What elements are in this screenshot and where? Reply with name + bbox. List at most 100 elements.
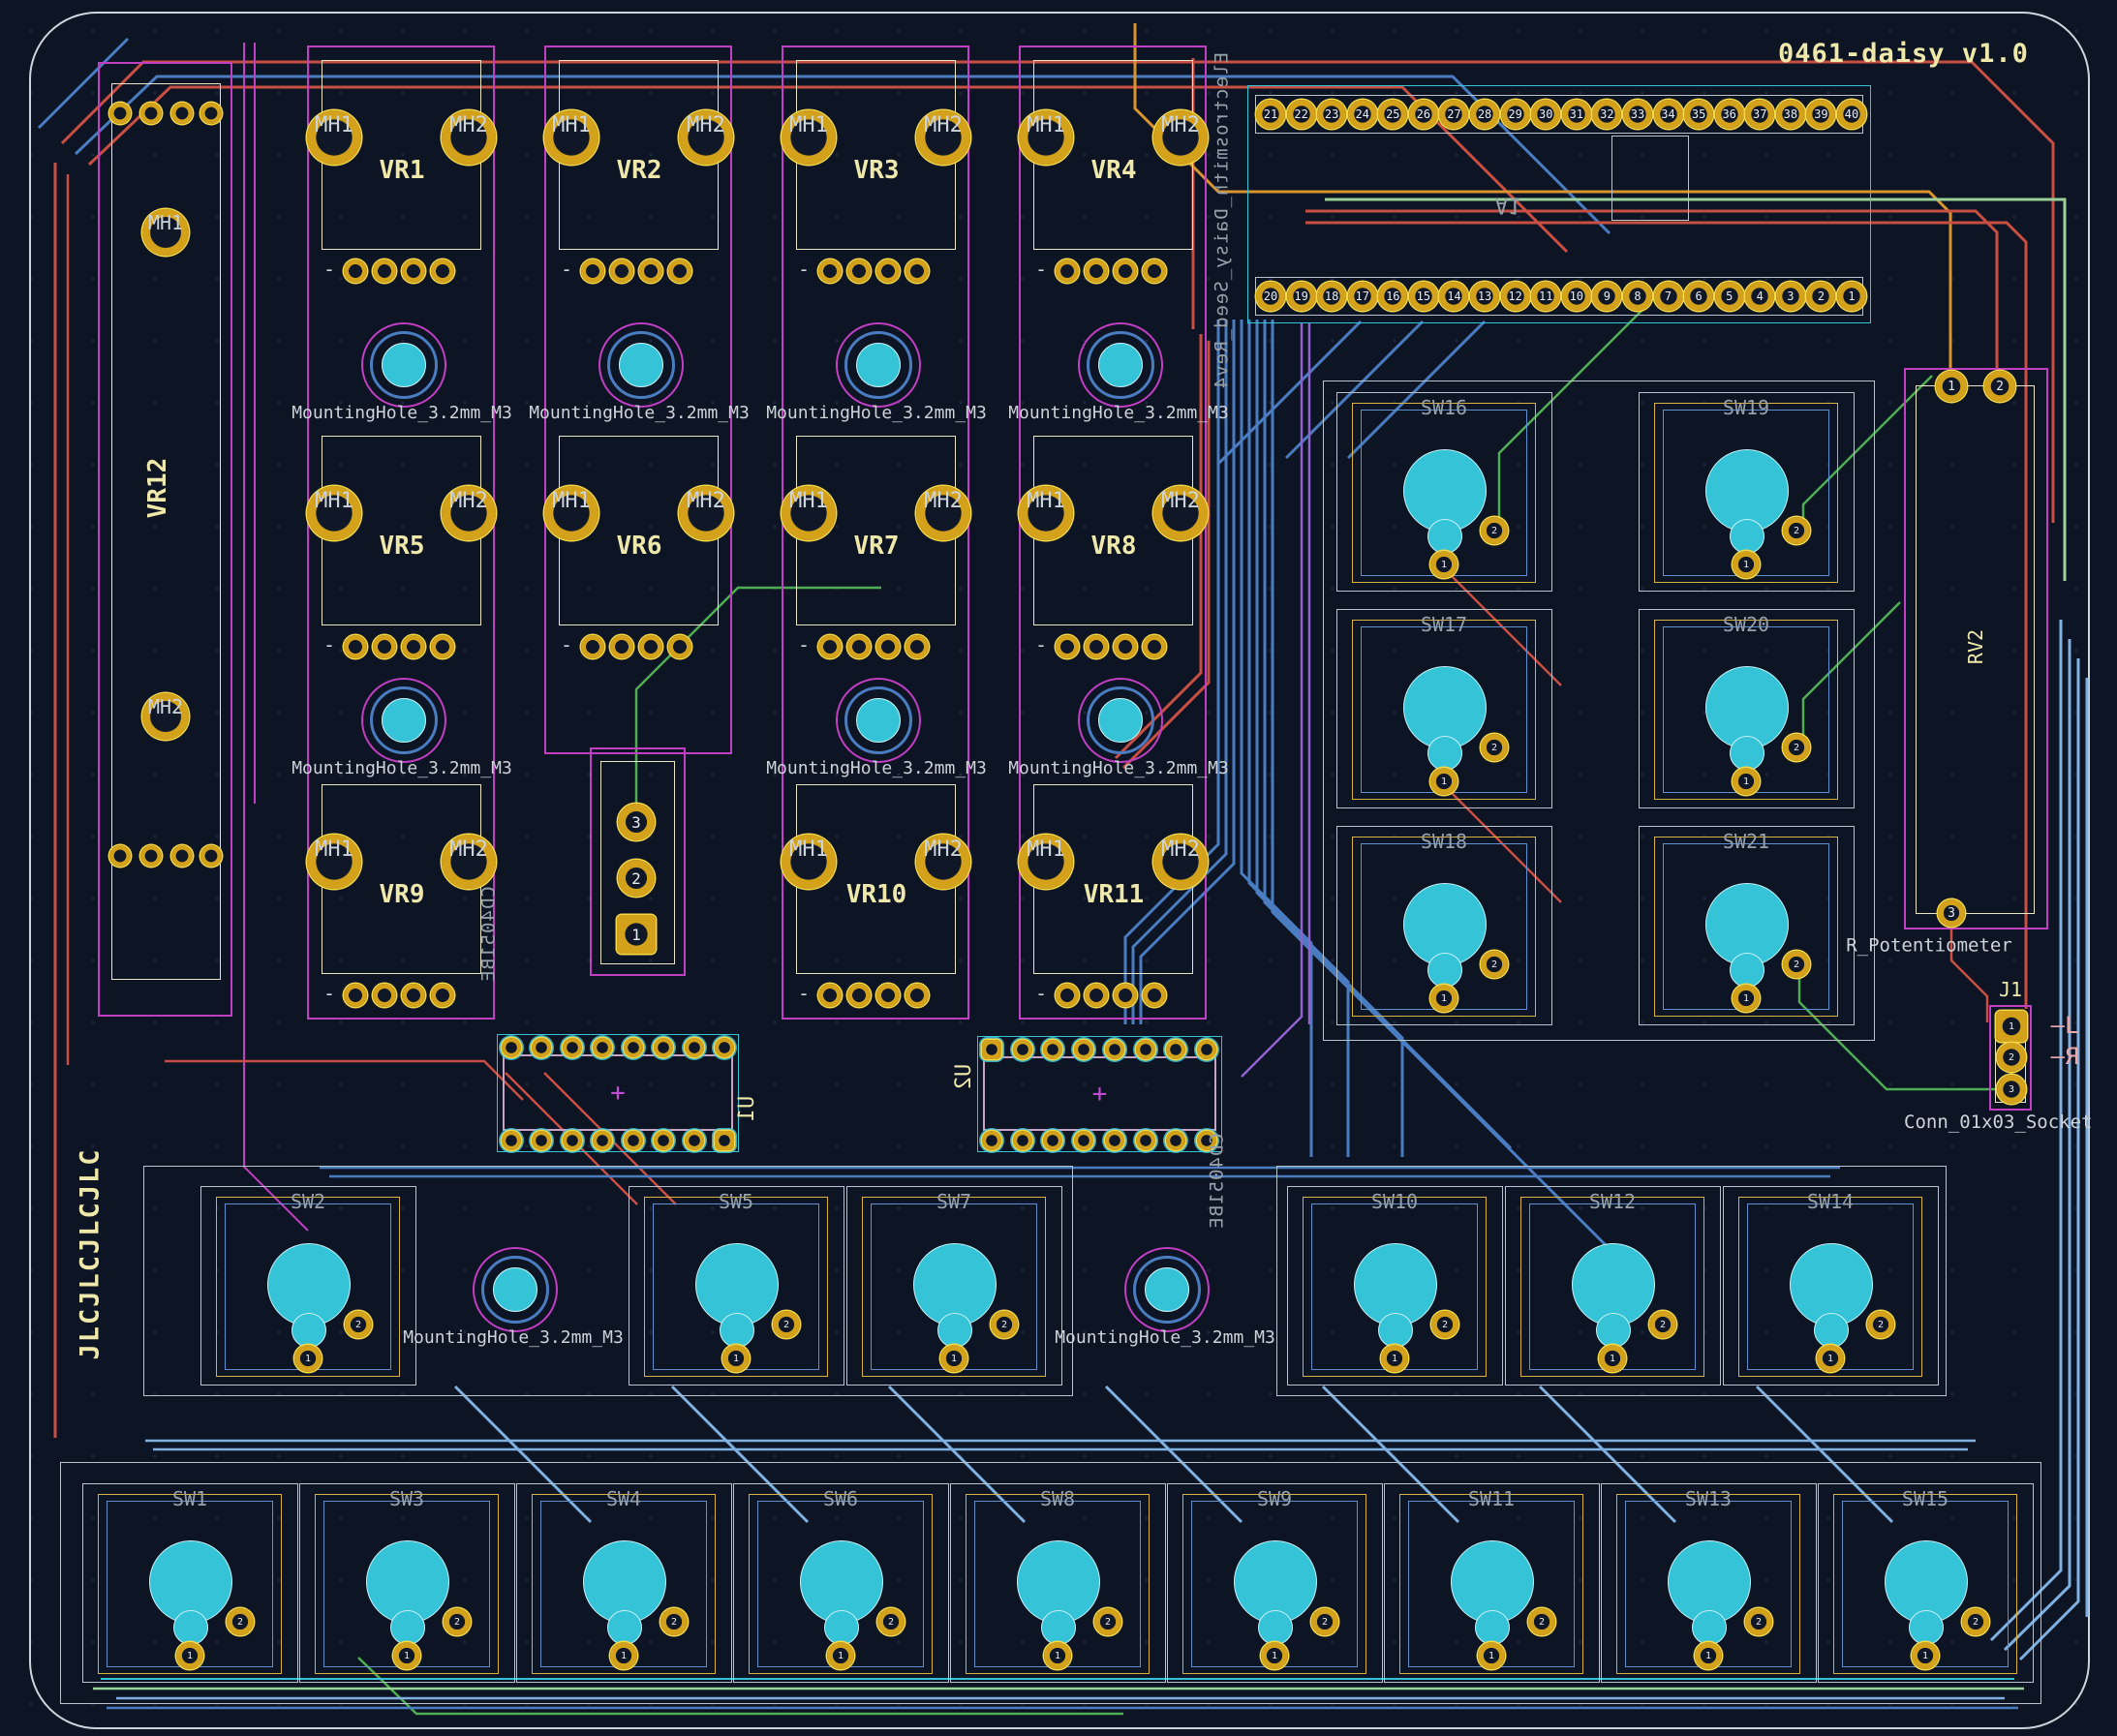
mounting-hole[interactable] xyxy=(598,322,684,408)
mounting-hole[interactable] xyxy=(1124,1247,1210,1332)
sw-pad-1[interactable]: 1 xyxy=(1430,551,1457,578)
footprint-SW5[interactable]: SW512 xyxy=(629,1186,844,1386)
header-pad-21[interactable]: 21 xyxy=(1256,100,1285,129)
socket-pad[interactable] xyxy=(624,1038,643,1057)
rv2-pad-2[interactable]: 2 xyxy=(1984,371,2015,402)
vr12-pin-pad[interactable] xyxy=(109,103,131,124)
vr-pin-pad[interactable] xyxy=(610,259,633,283)
sw-pad-2[interactable]: 2 xyxy=(227,1608,254,1635)
footprint-SW9[interactable]: SW912 xyxy=(1167,1483,1383,1683)
header-pad-15[interactable]: 15 xyxy=(1409,282,1438,311)
header-pad-40[interactable]: 40 xyxy=(1837,100,1866,129)
vr-pin-pad[interactable] xyxy=(1085,984,1108,1007)
trim-pad-2[interactable]: 2 xyxy=(618,860,655,897)
sw-pad-1[interactable]: 1 xyxy=(1912,1642,1939,1669)
mounting-hole[interactable] xyxy=(836,678,921,763)
vr-pin-pad[interactable] xyxy=(1085,635,1108,658)
vr-pin-pad[interactable] xyxy=(1056,259,1079,283)
socket-pad[interactable] xyxy=(502,1038,521,1057)
vr-pin-pad[interactable] xyxy=(905,259,929,283)
footprint-SW3[interactable]: SW312 xyxy=(299,1483,515,1683)
vr-pin-pad[interactable] xyxy=(639,635,662,658)
vr-pin-pad[interactable] xyxy=(1114,259,1137,283)
mounting-hole[interactable] xyxy=(1078,678,1163,763)
vr-pin-pad[interactable] xyxy=(818,635,842,658)
header-pad-34[interactable]: 34 xyxy=(1654,100,1683,129)
sw-pad-2[interactable]: 2 xyxy=(1431,1311,1458,1338)
footprint-SW6[interactable]: SW612 xyxy=(733,1483,949,1683)
header-pad-28[interactable]: 28 xyxy=(1470,100,1499,129)
footprint-SW18[interactable]: SW1812 xyxy=(1336,826,1552,1025)
footprint-SW16[interactable]: SW1612 xyxy=(1336,392,1552,592)
vr-pin-pad[interactable] xyxy=(373,984,396,1007)
vr-pin-pad[interactable] xyxy=(1056,635,1079,658)
header-pad-29[interactable]: 29 xyxy=(1501,100,1530,129)
sw-pad-2[interactable]: 2 xyxy=(773,1311,800,1338)
vr-pin-pad[interactable] xyxy=(373,635,396,658)
mounting-hole[interactable] xyxy=(473,1247,558,1332)
sw-pad-2[interactable]: 2 xyxy=(660,1608,688,1635)
vr-pin-pad[interactable] xyxy=(1085,259,1108,283)
sw-pad-1[interactable]: 1 xyxy=(1695,1642,1722,1669)
footprint-VR2[interactable]: MH1MH2VR2- xyxy=(559,60,719,250)
vr-pin-pad[interactable] xyxy=(905,984,929,1007)
vr-pin-pad[interactable] xyxy=(818,259,842,283)
sw-pad-1[interactable]: 1 xyxy=(393,1642,420,1669)
socket-pad[interactable] xyxy=(1074,1131,1093,1150)
sw-pad-2[interactable]: 2 xyxy=(345,1311,372,1338)
sw-pad-1[interactable]: 1 xyxy=(1599,1345,1626,1372)
j1-pad-3[interactable]: 3 xyxy=(1997,1075,2026,1104)
vr-pin-pad[interactable] xyxy=(668,635,691,658)
sw-pad-2[interactable]: 2 xyxy=(1783,517,1810,544)
vr-pin-pad[interactable] xyxy=(847,259,871,283)
vr-pin-pad[interactable] xyxy=(905,635,929,658)
sw-pad-2[interactable]: 2 xyxy=(991,1311,1018,1338)
header-pad-17[interactable]: 17 xyxy=(1348,282,1377,311)
vr12-pin-pad[interactable] xyxy=(140,845,162,867)
socket-pad[interactable] xyxy=(715,1038,734,1057)
footprint-VR7[interactable]: MH1MH2VR7- xyxy=(796,436,956,625)
header-pad-38[interactable]: 38 xyxy=(1776,100,1805,129)
header-pad-31[interactable]: 31 xyxy=(1562,100,1591,129)
sw-pad-2[interactable]: 2 xyxy=(1649,1311,1676,1338)
sw-pad-2[interactable]: 2 xyxy=(877,1608,905,1635)
vr-pin-pad[interactable] xyxy=(344,984,367,1007)
sw-pad-1[interactable]: 1 xyxy=(1430,768,1457,795)
sw-pad-2[interactable]: 2 xyxy=(1745,1608,1772,1635)
vr-pin-pad[interactable] xyxy=(847,635,871,658)
header-pad-35[interactable]: 35 xyxy=(1684,100,1713,129)
socket-pad[interactable] xyxy=(624,1131,643,1150)
footprint-SW13[interactable]: SW1312 xyxy=(1601,1483,1817,1683)
mounting-hole[interactable] xyxy=(361,322,446,408)
j1-pad-2[interactable]: 2 xyxy=(1997,1043,2026,1072)
footprint-VR1[interactable]: MH1MH2VR1- xyxy=(322,60,481,250)
socket-pad[interactable] xyxy=(685,1038,704,1057)
vr-pin-pad[interactable] xyxy=(581,259,604,283)
header-pad-19[interactable]: 19 xyxy=(1287,282,1316,311)
vr-pin-pad[interactable] xyxy=(876,635,900,658)
footprint-SW2[interactable]: SW212 xyxy=(200,1186,416,1386)
rv2-pad-1[interactable]: 1 xyxy=(1936,371,1967,402)
sw-pad-2[interactable]: 2 xyxy=(1528,1608,1555,1635)
vr-pin-pad[interactable] xyxy=(876,984,900,1007)
sw-pad-1[interactable]: 1 xyxy=(1478,1642,1505,1669)
vr-pin-pad[interactable] xyxy=(847,984,871,1007)
sw-pad-2[interactable]: 2 xyxy=(1867,1311,1894,1338)
header-pad-7[interactable]: 7 xyxy=(1654,282,1683,311)
socket-pad[interactable] xyxy=(502,1131,521,1150)
mounting-hole[interactable] xyxy=(1078,322,1163,408)
footprint-SW8[interactable]: SW812 xyxy=(950,1483,1166,1683)
vr-pin-pad[interactable] xyxy=(581,635,604,658)
vr-pin-pad[interactable] xyxy=(1143,259,1166,283)
socket-pad[interactable] xyxy=(563,1038,582,1057)
sw-pad-1[interactable]: 1 xyxy=(827,1642,854,1669)
header-pad-8[interactable]: 8 xyxy=(1623,282,1652,311)
sw-pad-2[interactable]: 2 xyxy=(1481,734,1508,761)
header-pad-20[interactable]: 20 xyxy=(1256,282,1285,311)
vr-pin-pad[interactable] xyxy=(668,259,691,283)
vr-pin-pad[interactable] xyxy=(639,259,662,283)
header-pad-6[interactable]: 6 xyxy=(1684,282,1713,311)
vr12-pin-pad[interactable] xyxy=(200,845,222,867)
vr-pin-pad[interactable] xyxy=(1143,635,1166,658)
vr-pin-pad[interactable] xyxy=(876,259,900,283)
